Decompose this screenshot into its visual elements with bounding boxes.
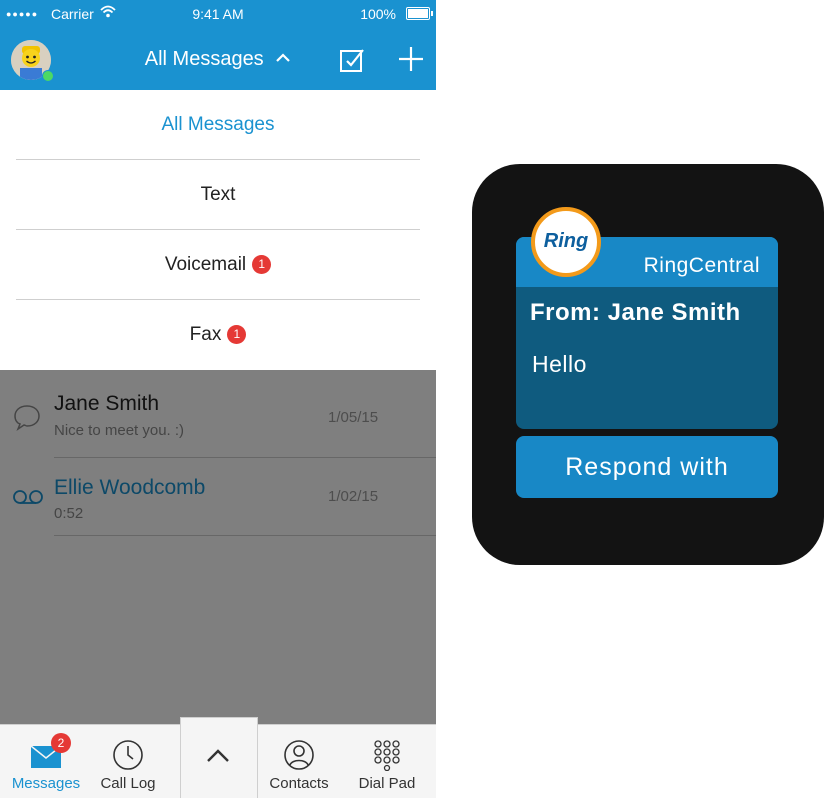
compose-button[interactable] <box>338 46 366 74</box>
nav-title-dropdown[interactable]: All Messages <box>0 48 436 71</box>
tab-messages[interactable]: 2 Messages <box>6 725 86 798</box>
filter-label: All Messages <box>161 114 275 135</box>
tab-dial-pad[interactable]: Dial Pad <box>346 725 428 798</box>
logo-text: Ring <box>543 230 589 252</box>
tab-expand-button[interactable] <box>180 717 258 798</box>
message-filter-dropdown: All Messages Text Voicemail 1 Fax 1 <box>0 90 436 370</box>
status-bar: ●●●●● Carrier 9:41 AM 100% <box>0 0 436 28</box>
unread-count-badge: 2 <box>51 733 71 753</box>
respond-with-button[interactable]: Respond with <box>516 436 778 498</box>
respond-label: Respond with <box>565 453 729 481</box>
unread-badge: 1 <box>252 255 272 274</box>
tab-label: Messages <box>11 775 81 792</box>
tab-bar: 2 Messages Call Log Contacts Dial Pad <box>0 717 436 798</box>
unread-badge: 1 <box>227 325 247 344</box>
tab-call-log[interactable]: Call Log <box>88 725 168 798</box>
dialpad-icon <box>374 740 400 771</box>
filter-voicemail[interactable]: Voicemail 1 <box>0 230 436 300</box>
filter-label: Fax <box>189 324 222 345</box>
chevron-up-icon <box>276 53 291 62</box>
add-button[interactable] <box>396 44 426 74</box>
notification-message: Hello <box>532 351 587 377</box>
filter-all-messages[interactable]: All Messages <box>0 90 436 160</box>
app-name: RingCentral <box>643 254 760 277</box>
contact-icon <box>284 740 314 770</box>
tab-label: Call Log <box>100 775 156 792</box>
clock-icon <box>113 740 143 770</box>
phone-screen: ●●●●● Carrier 9:41 AM 100% All Messages <box>0 0 436 798</box>
tab-contacts[interactable]: Contacts <box>258 725 340 798</box>
tab-label: Dial Pad <box>358 775 416 792</box>
filter-fax[interactable]: Fax 1 <box>0 300 436 370</box>
chevron-up-icon <box>207 749 229 762</box>
nav-title-label: All Messages <box>144 48 264 70</box>
filter-label: Text <box>200 184 236 205</box>
filter-label: Voicemail <box>164 254 247 275</box>
battery-percent: 100% <box>360 6 396 22</box>
notification-sender: From: Jane Smith <box>530 299 741 326</box>
ringcentral-logo: Ring <box>531 207 601 277</box>
filter-text[interactable]: Text <box>0 160 436 230</box>
smartwatch-screen: RingCentral From: Jane Smith Hello Ring … <box>472 164 824 565</box>
battery-icon <box>406 7 433 20</box>
tab-label: Contacts <box>269 775 329 792</box>
online-status-dot <box>42 70 54 82</box>
nav-bar: All Messages <box>0 28 436 90</box>
